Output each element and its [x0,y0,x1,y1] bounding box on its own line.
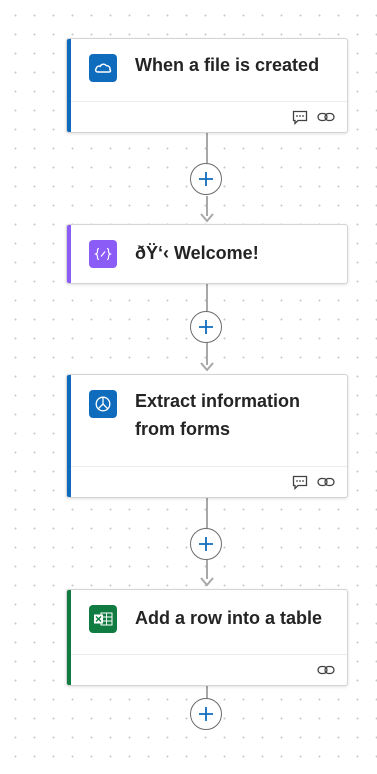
comment-icon[interactable] [291,474,309,490]
card-footer [71,466,347,497]
onedrive-cloud-icon [89,54,117,82]
arrow-down-icon [200,577,214,587]
link-icon[interactable] [317,474,335,490]
link-icon[interactable] [317,662,335,678]
arrow-down-icon [200,213,214,223]
card-header[interactable]: Add a row into a table [67,590,347,643]
add-step-button[interactable] [190,311,222,343]
arrow-down-icon [200,362,214,372]
step-title: ðŸ‘‹ Welcome! [135,243,259,263]
plus-icon [199,320,213,334]
step-title: Add a row into a table [135,608,323,628]
add-step-button[interactable] [190,528,222,560]
plus-icon [199,707,213,721]
plus-icon [199,537,213,551]
ai-builder-icon [89,390,117,418]
link-icon[interactable] [317,109,335,125]
connector-line [206,284,208,311]
card-header[interactable]: ðŸ‘‹ Welcome! [67,225,347,278]
card-footer [71,654,347,685]
step-title: Extract information from forms [135,391,301,439]
connector-line [206,686,208,698]
connector-line [206,133,208,163]
flow-step-card[interactable]: Add a row into a table [66,589,348,686]
flow-step-card[interactable]: ðŸ‘‹ Welcome! [66,224,348,284]
card-header[interactable]: When a file is created [67,39,347,92]
flow-step-card[interactable]: When a file is created [66,38,348,133]
add-step-button[interactable] [190,163,222,195]
comment-icon[interactable] [291,109,309,125]
compose-braces-icon [89,240,117,268]
excel-icon [89,605,117,633]
plus-icon [199,172,213,186]
add-step-button[interactable] [190,698,222,730]
card-header[interactable]: Extract information from forms [67,375,347,453]
flow-step-card[interactable]: Extract information from forms [66,374,348,498]
step-title: When a file is created [135,55,320,75]
card-footer [71,101,347,132]
connector-line [206,498,208,528]
